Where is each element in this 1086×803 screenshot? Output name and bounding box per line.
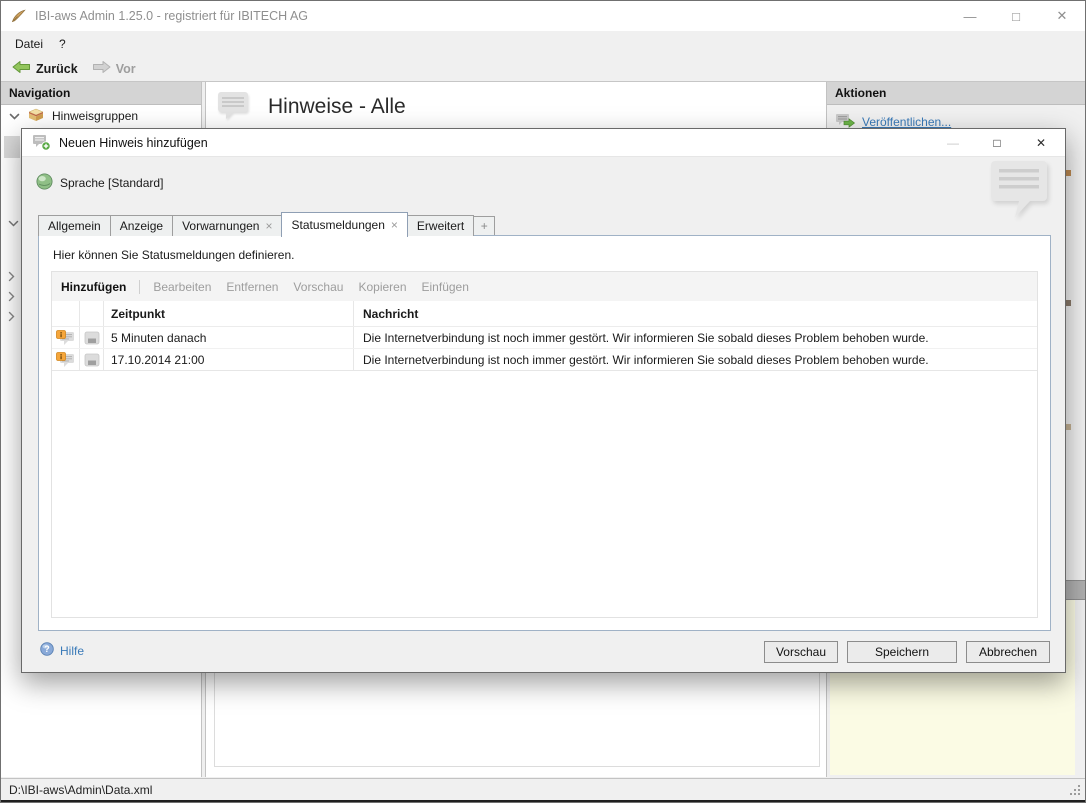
paste-button[interactable]: Einfügen	[422, 280, 469, 294]
copy-button[interactable]: Kopieren	[358, 280, 406, 294]
back-label: Zurück	[36, 61, 78, 76]
abbrechen-button[interactable]: Abbrechen	[966, 641, 1050, 663]
language-selector[interactable]: Sprache [Standard]	[36, 173, 163, 193]
tab-allgemein[interactable]: Allgemein	[38, 215, 111, 236]
chevron-down-icon[interactable]	[8, 216, 19, 230]
statusmeldungen-panel: Hier können Sie Statusmeldungen definier…	[38, 235, 1051, 631]
dialog-buttons: Vorschau Speichern Abbrechen	[764, 641, 1050, 663]
tab-close-icon[interactable]: ×	[265, 220, 272, 232]
help-link[interactable]: ? Hilfe	[40, 642, 84, 659]
screen-icon	[80, 349, 104, 370]
statusbar-path: D:\IBI-aws\Admin\Data.xml	[9, 782, 153, 797]
help-label: Hilfe	[60, 643, 85, 658]
actions-header: Aktionen	[827, 82, 1085, 105]
language-label: Sprache [Standard]	[60, 176, 164, 190]
forward-label: Vor	[115, 61, 136, 76]
selected-tree-item-edge	[4, 136, 20, 158]
main-titlebar: IBI-aws Admin 1.25.0 - registriert für I…	[1, 1, 1085, 31]
tab-anzeige[interactable]: Anzeige	[109, 215, 174, 236]
add-tab-button[interactable]: +	[473, 216, 496, 235]
add-button[interactable]: Hinzufügen	[61, 280, 126, 294]
info-bubble-icon	[52, 327, 80, 348]
forward-arrow-icon	[92, 60, 111, 77]
tab-vorwarnungen[interactable]: Vorwarnungen ×	[172, 215, 283, 236]
dialog-minimize-button[interactable]: —	[931, 129, 975, 157]
table-row[interactable]: 17.10.2014 21:00 Die Internetverbindung …	[52, 349, 1037, 371]
speech-bubble-watermark-icon	[987, 159, 1051, 224]
row-message: Die Internetverbindung ist noch immer ge…	[363, 330, 929, 345]
menu-help[interactable]: ?	[51, 31, 74, 56]
menu-datei[interactable]: Datei	[7, 31, 51, 56]
preview-button[interactable]: Vorschau	[293, 280, 343, 294]
dialog-maximize-button[interactable]: □	[975, 129, 1019, 157]
edit-button[interactable]: Bearbeiten	[153, 280, 211, 294]
minimize-button[interactable]: —	[947, 1, 993, 31]
status-list: Hinzufügen Bearbeiten Entfernen Vorschau…	[51, 271, 1038, 618]
tree-item-hinweisgruppen[interactable]: Hinweisgruppen	[1, 105, 201, 127]
list-toolbar: Hinzufügen Bearbeiten Entfernen Vorschau…	[52, 272, 1037, 301]
panel-description: Hier können Sie Statusmeldungen definier…	[53, 248, 295, 262]
dialog-title: Neuen Hinweis hinzufügen	[59, 135, 208, 150]
add-notice-icon	[32, 134, 51, 151]
publish-link-label: Veröffentlichen...	[862, 115, 952, 129]
screen-icon	[80, 327, 104, 348]
table-row[interactable]: 5 Minuten danach Die Internetverbindung …	[52, 327, 1037, 349]
row-time: 17.10.2014 21:00	[104, 349, 354, 370]
page-title: Hinweise - Alle	[268, 94, 406, 118]
tab-label: Anzeige	[119, 219, 164, 233]
speichern-button[interactable]: Speichern	[847, 641, 957, 663]
tree-item-label: Hinweisgruppen	[52, 109, 139, 123]
menubar: Datei ?	[1, 31, 1085, 56]
tab-label: Vorwarnungen	[182, 219, 260, 233]
navigation-header: Navigation	[1, 82, 201, 105]
close-button[interactable]: ✕	[1039, 1, 1085, 31]
tab-label: Allgemein	[48, 219, 101, 233]
tab-label: Erweitert	[416, 219, 465, 233]
globe-icon	[36, 173, 53, 193]
back-arrow-icon	[12, 60, 31, 77]
forward-button[interactable]: Vor	[89, 58, 139, 80]
content-header: Hinweise - Alle	[206, 82, 828, 129]
add-notice-dialog: Neuen Hinweis hinzufügen — □ ✕ Sprache […	[21, 128, 1066, 673]
tab-statusmeldungen[interactable]: Statusmeldungen ×	[281, 212, 408, 237]
table-header-row: Zeitpunkt Nachricht	[52, 301, 1037, 327]
window-title: IBI-aws Admin 1.25.0 - registriert für I…	[35, 9, 309, 23]
chevron-right-icon[interactable]	[8, 311, 15, 325]
row-message: Die Internetverbindung ist noch immer ge…	[363, 352, 929, 367]
nav-toolbar: Zurück Vor	[1, 56, 1085, 81]
info-bubble-icon	[52, 349, 80, 370]
row-time: 5 Minuten danach	[104, 327, 354, 348]
vorschau-button[interactable]: Vorschau	[764, 641, 838, 663]
chevron-right-icon[interactable]	[8, 271, 15, 285]
tab-label: Statusmeldungen	[291, 218, 385, 232]
display-column-header[interactable]	[80, 301, 104, 326]
window-bottom-edge	[1, 800, 1085, 802]
statusbar: D:\IBI-aws\Admin\Data.xml	[1, 778, 1085, 800]
speech-bubble-icon	[216, 90, 250, 123]
maximize-button[interactable]: □	[993, 1, 1039, 31]
help-icon: ?	[40, 642, 54, 659]
back-button[interactable]: Zurück	[9, 58, 81, 80]
message-column-header[interactable]: Nachricht	[354, 301, 1037, 326]
time-column-header[interactable]: Zeitpunkt	[104, 301, 354, 326]
main-window: IBI-aws Admin 1.25.0 - registriert für I…	[0, 0, 1086, 803]
dialog-titlebar: Neuen Hinweis hinzufügen — □ ✕	[22, 129, 1065, 157]
chevron-down-icon[interactable]	[9, 109, 20, 123]
chevron-right-icon[interactable]	[8, 291, 15, 305]
dialog-close-button[interactable]: ✕	[1019, 129, 1063, 157]
remove-button[interactable]: Entfernen	[226, 280, 278, 294]
tab-erweitert[interactable]: Erweitert	[406, 215, 475, 236]
notice-group-box-icon	[27, 107, 45, 125]
app-quill-icon	[10, 8, 27, 24]
resize-grip[interactable]	[1069, 784, 1082, 800]
tab-close-icon[interactable]: ×	[391, 219, 398, 231]
type-column-header[interactable]	[52, 301, 80, 326]
toolbar-separator	[139, 279, 141, 294]
dialog-tabs: Allgemein Anzeige Vorwarnungen × Statusm…	[38, 211, 496, 237]
svg-text:?: ?	[44, 644, 50, 654]
